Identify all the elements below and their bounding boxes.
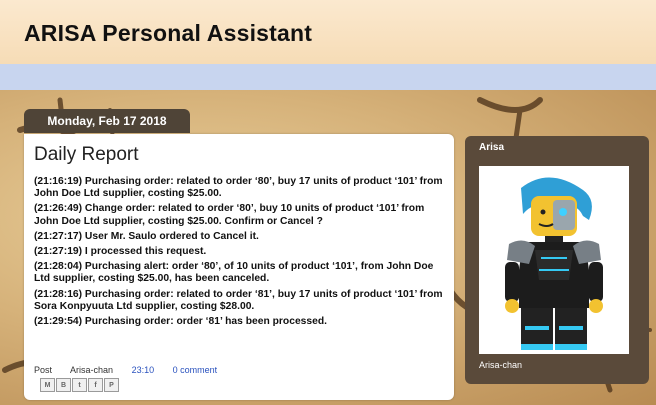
- report-entry: (21:26:49) Change order: related to orde…: [34, 203, 425, 227]
- post-time-link[interactable]: 23:10: [132, 365, 155, 375]
- post-title: Daily Report: [34, 144, 139, 165]
- email-icon[interactable]: M: [40, 378, 55, 392]
- share-buttons: M B t f P: [40, 378, 119, 392]
- twitter-icon[interactable]: t: [72, 378, 87, 392]
- report-entry: (21:27:17) User Mr. Saulo ordered to Can…: [34, 230, 259, 242]
- report-entries: (21:16:19) Purchasing order: related to …: [34, 176, 448, 331]
- lego-minifigure-avatar: [505, 177, 603, 350]
- nav-bar: [0, 64, 656, 90]
- post-meta: Post Arisa-chan 23:10 0 comment: [34, 365, 233, 375]
- post-date-tab: Monday, Feb 17 2018: [24, 109, 190, 133]
- facebook-icon[interactable]: f: [88, 378, 103, 392]
- report-entry: (21:16:19) Purchasing order: related to …: [34, 176, 443, 200]
- sidebar-profile: Arisa Arisa-chan: [465, 136, 649, 384]
- blog-icon[interactable]: B: [56, 378, 71, 392]
- report-entry: (21:29:54) Purchasing order: order ‘81’ …: [34, 316, 327, 328]
- profile-name: Arisa: [479, 142, 505, 153]
- pinterest-icon[interactable]: P: [104, 378, 119, 392]
- report-entry: (21:27:19) I processed this request.: [34, 246, 207, 258]
- app-title: ARISA Personal Assistant: [24, 20, 313, 46]
- comments-link[interactable]: 0 comment: [173, 365, 218, 375]
- profile-photo: [479, 166, 629, 354]
- daily-report-post: Daily Report (21:16:19) Purchasing order…: [24, 134, 454, 400]
- app-header: ARISA Personal Assistant: [0, 0, 656, 65]
- post-label: Post: [34, 365, 53, 375]
- profile-caption: Arisa-chan: [479, 360, 523, 370]
- report-entry: (21:28:16) Purchasing order: related to …: [34, 288, 443, 312]
- post-author: Arisa-chan: [70, 365, 114, 375]
- report-entry: (21:28:04) Purchasing alert: order ‘80’,…: [34, 261, 434, 285]
